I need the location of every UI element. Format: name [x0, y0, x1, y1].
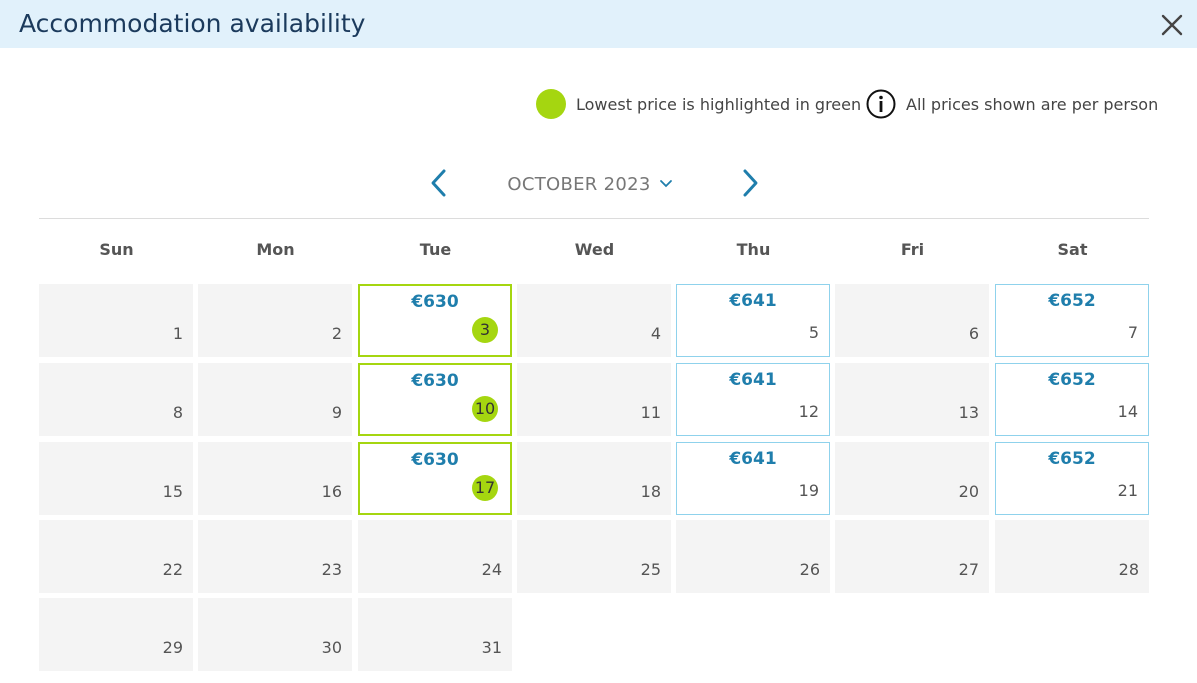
day-number: 13	[958, 403, 979, 422]
calendar-day-2[interactable]: 2	[198, 284, 352, 357]
month-select[interactable]: OCTOBER 2023	[490, 170, 690, 198]
day-number: 26	[799, 560, 820, 579]
day-number: 20	[958, 482, 979, 501]
day-price: €641	[729, 449, 777, 469]
green-dot-icon	[536, 89, 566, 119]
day-price: €630	[411, 292, 459, 312]
calendar-day-31[interactable]: 31	[358, 598, 512, 671]
weekday-fri: Fri	[900, 240, 925, 259]
weekday-tue: Tue	[419, 240, 452, 259]
day-number: 29	[162, 638, 183, 657]
calendar-day-16[interactable]: 16	[198, 442, 352, 515]
month-label: OCTOBER 2023	[507, 173, 651, 195]
calendar-day-12[interactable]: €641 12	[676, 363, 830, 436]
calendar-day-29[interactable]: 29	[39, 598, 193, 671]
calendar-day-24[interactable]: 24	[358, 520, 512, 593]
day-number: 10	[472, 396, 498, 422]
day-number: 27	[958, 560, 979, 579]
calendar-day-11[interactable]: 11	[517, 363, 671, 436]
day-number: 6	[968, 324, 979, 343]
day-price: €641	[729, 370, 777, 390]
day-number: 17	[472, 475, 498, 501]
day-number: 31	[481, 638, 502, 657]
day-number: 28	[1118, 560, 1139, 579]
day-price: €641	[729, 291, 777, 311]
calendar-day-1[interactable]: 1	[39, 284, 193, 357]
calendar-day-7[interactable]: €652 7	[995, 284, 1149, 357]
calendar-day-5[interactable]: €641 5	[676, 284, 830, 357]
day-number: 23	[321, 560, 342, 579]
calendar-day-26[interactable]: 26	[676, 520, 830, 593]
weekday-wed: Wed	[574, 240, 615, 259]
calendar-day-8[interactable]: 8	[39, 363, 193, 436]
weekday-sat: Sat	[1057, 240, 1088, 259]
day-number: 15	[162, 482, 183, 501]
day-number: 24	[481, 560, 502, 579]
day-number: 18	[640, 482, 661, 501]
day-price: €630	[411, 371, 459, 391]
calendar-day-13[interactable]: 13	[835, 363, 989, 436]
calendar-day-10[interactable]: €630 10	[358, 363, 512, 436]
day-number: 9	[331, 403, 342, 422]
calendar-day-30[interactable]: 30	[198, 598, 352, 671]
day-price: €652	[1048, 291, 1096, 311]
day-number: 21	[1117, 481, 1138, 500]
calendar-day-25[interactable]: 25	[517, 520, 671, 593]
weekday-sun: Sun	[99, 240, 134, 259]
weekday-thu: Thu	[736, 240, 771, 259]
calendar-day-20[interactable]: 20	[835, 442, 989, 515]
modal-header: Accommodation availability	[0, 0, 1197, 48]
chevron-down-icon	[659, 180, 672, 188]
calendar-day-3[interactable]: €630 3	[358, 284, 512, 357]
calendar-day-23[interactable]: 23	[198, 520, 352, 593]
day-number: 3	[472, 317, 498, 343]
calendar-day-18[interactable]: 18	[517, 442, 671, 515]
close-icon[interactable]	[1158, 11, 1186, 39]
calendar-day-17[interactable]: €630 17	[358, 442, 512, 515]
day-number: 11	[640, 403, 661, 422]
calendar-day-9[interactable]: 9	[198, 363, 352, 436]
day-number: 8	[172, 403, 183, 422]
calendar-day-4[interactable]: 4	[517, 284, 671, 357]
day-price: €652	[1048, 370, 1096, 390]
modal-title: Accommodation availability	[19, 9, 366, 38]
calendar-day-28[interactable]: 28	[995, 520, 1149, 593]
day-number: 30	[321, 638, 342, 657]
calendar-day-14[interactable]: €652 14	[995, 363, 1149, 436]
chevron-left-icon[interactable]	[424, 167, 454, 199]
divider	[39, 218, 1149, 219]
calendar-day-19[interactable]: €641 19	[676, 442, 830, 515]
day-number: 19	[798, 481, 819, 500]
day-number: 12	[798, 402, 819, 421]
calendar-day-22[interactable]: 22	[39, 520, 193, 593]
day-number: 5	[808, 323, 819, 342]
day-number: 1	[172, 324, 183, 343]
day-number: 25	[640, 560, 661, 579]
calendar-day-21[interactable]: €652 21	[995, 442, 1149, 515]
info-icon	[866, 89, 896, 119]
calendar-day-27[interactable]: 27	[835, 520, 989, 593]
day-number: 7	[1127, 323, 1138, 342]
day-price: €630	[411, 450, 459, 470]
calendar-day-6[interactable]: 6	[835, 284, 989, 357]
legend-per-person-text: All prices shown are per person	[906, 94, 1159, 114]
day-number: 2	[331, 324, 342, 343]
weekday-mon: Mon	[256, 240, 295, 259]
calendar-day-15[interactable]: 15	[39, 442, 193, 515]
legend-lowest-price-text: Lowest price is highlighted in green	[576, 94, 862, 114]
legend-per-person: All prices shown are per person	[866, 88, 1158, 120]
day-price: €652	[1048, 449, 1096, 469]
day-number: 16	[321, 482, 342, 501]
legend-lowest-price: Lowest price is highlighted in green	[536, 88, 861, 120]
day-number: 14	[1117, 402, 1138, 421]
day-number: 22	[162, 560, 183, 579]
day-number: 4	[650, 324, 661, 343]
chevron-right-icon[interactable]	[735, 167, 765, 199]
